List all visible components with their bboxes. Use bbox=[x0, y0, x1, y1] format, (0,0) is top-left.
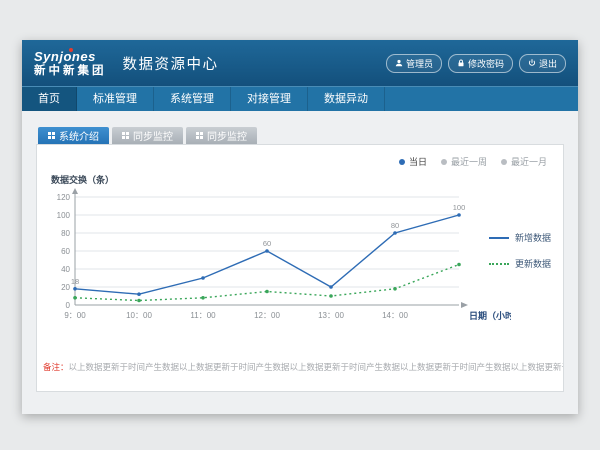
series-legend-label: 更新数据 bbox=[515, 257, 551, 270]
solid-line-swatch bbox=[489, 237, 509, 239]
logo-subtitle: 新中新集团 bbox=[34, 65, 107, 77]
svg-text:100: 100 bbox=[453, 203, 466, 212]
tab-sync-monitor-1[interactable]: 同步监控 bbox=[112, 127, 183, 144]
y-axis-title: 数据交换（条） bbox=[51, 173, 114, 186]
nav-item-data-change[interactable]: 数据异动 bbox=[308, 87, 385, 111]
filter-last-week[interactable]: 最近一周 bbox=[441, 155, 487, 168]
svg-text:80: 80 bbox=[61, 229, 70, 238]
header: Synjones 新中新集团 数据资源中心 管理员 修改密码 退出 bbox=[22, 40, 578, 86]
admin-button[interactable]: 管理员 bbox=[386, 54, 442, 73]
grid-icon bbox=[48, 132, 55, 139]
main-nav: 首页 标准管理 系统管理 对接管理 数据异动 bbox=[22, 86, 578, 111]
series-legend-item[interactable]: 新增数据 bbox=[489, 231, 551, 244]
svg-text:日期（小时）: 日期（小时） bbox=[469, 310, 511, 321]
change-password-label: 修改密码 bbox=[468, 57, 504, 70]
svg-text:18: 18 bbox=[71, 277, 79, 286]
filter-label: 最近一月 bbox=[511, 155, 547, 168]
time-filter-legend: 当日 最近一周 最近一月 bbox=[399, 155, 547, 168]
lock-icon bbox=[457, 59, 465, 67]
dot-icon bbox=[501, 159, 507, 165]
nav-item-home[interactable]: 首页 bbox=[22, 87, 77, 111]
series-legend: 新增数据更新数据 bbox=[489, 231, 551, 270]
svg-text:80: 80 bbox=[391, 221, 399, 230]
user-icon bbox=[395, 59, 403, 67]
tab-label: 同步监控 bbox=[133, 128, 173, 143]
filter-label: 最近一周 bbox=[451, 155, 487, 168]
svg-text:60: 60 bbox=[61, 247, 70, 256]
filter-label: 当日 bbox=[409, 155, 427, 168]
series-legend-item[interactable]: 更新数据 bbox=[489, 257, 551, 270]
svg-text:0: 0 bbox=[66, 301, 71, 310]
grid-icon bbox=[196, 132, 203, 139]
logout-button[interactable]: 退出 bbox=[519, 54, 566, 73]
filter-last-month[interactable]: 最近一月 bbox=[501, 155, 547, 168]
content-area: 系统介绍 同步监控 同步监控 当日 bbox=[22, 111, 578, 392]
nav-item-connect-mgmt[interactable]: 对接管理 bbox=[231, 87, 308, 111]
svg-text:60: 60 bbox=[263, 239, 271, 248]
header-actions: 管理员 修改密码 退出 bbox=[386, 54, 566, 73]
change-password-button[interactable]: 修改密码 bbox=[448, 54, 513, 73]
app-window: Synjones 新中新集团 数据资源中心 管理员 修改密码 退出 bbox=[22, 40, 578, 414]
svg-text:120: 120 bbox=[57, 193, 71, 202]
logout-label: 退出 bbox=[539, 57, 557, 70]
svg-text:13：00: 13：00 bbox=[318, 311, 344, 320]
page-title: 数据资源中心 bbox=[123, 53, 219, 74]
nav-item-standard-mgmt[interactable]: 标准管理 bbox=[77, 87, 154, 111]
footnote-prefix: 备注： bbox=[43, 362, 69, 372]
dashed-line-swatch bbox=[489, 263, 509, 265]
nav-item-system-mgmt[interactable]: 系统管理 bbox=[154, 87, 231, 111]
svg-text:100: 100 bbox=[57, 211, 71, 220]
grid-icon bbox=[122, 132, 129, 139]
svg-text:10：00: 10：00 bbox=[126, 311, 152, 320]
svg-text:11：00: 11：00 bbox=[190, 311, 216, 320]
footnote-text: 以上数据更新于时间产生数据以上数据更新于时间产生数据以上数据更新于时间产生数据以… bbox=[69, 362, 563, 372]
admin-button-label: 管理员 bbox=[406, 57, 433, 70]
tab-label: 系统介绍 bbox=[59, 128, 99, 143]
dot-icon bbox=[441, 159, 447, 165]
filter-today[interactable]: 当日 bbox=[399, 155, 427, 168]
tab-sync-monitor-2[interactable]: 同步监控 bbox=[186, 127, 257, 144]
svg-text:20: 20 bbox=[61, 283, 70, 292]
svg-text:9：00: 9：00 bbox=[64, 311, 86, 320]
logo: Synjones 新中新集团 bbox=[34, 50, 107, 77]
footnote: 备注：以上数据更新于时间产生数据以上数据更新于时间产生数据以上数据更新于时间产生… bbox=[37, 361, 563, 373]
chart-panel: 当日 最近一周 最近一月 数据交换（条） 0 20 40 60 80 100 120 9：00… bbox=[36, 144, 564, 392]
logo-red-dot bbox=[69, 48, 73, 52]
power-icon bbox=[528, 59, 536, 67]
svg-text:12：00: 12：00 bbox=[254, 311, 280, 320]
svg-text:14：00: 14：00 bbox=[382, 311, 408, 320]
line-chart: 0 20 40 60 80 100 120 9：00 10：00 11：00 12：00 13：00 1… bbox=[41, 187, 511, 337]
dot-icon bbox=[399, 159, 405, 165]
desktop-background: Synjones 新中新集团 数据资源中心 管理员 修改密码 退出 bbox=[0, 0, 600, 450]
tab-system-intro[interactable]: 系统介绍 bbox=[38, 127, 109, 144]
series-legend-label: 新增数据 bbox=[515, 231, 551, 244]
svg-text:40: 40 bbox=[61, 265, 70, 274]
tab-bar: 系统介绍 同步监控 同步监控 bbox=[36, 127, 564, 144]
tab-label: 同步监控 bbox=[207, 128, 247, 143]
